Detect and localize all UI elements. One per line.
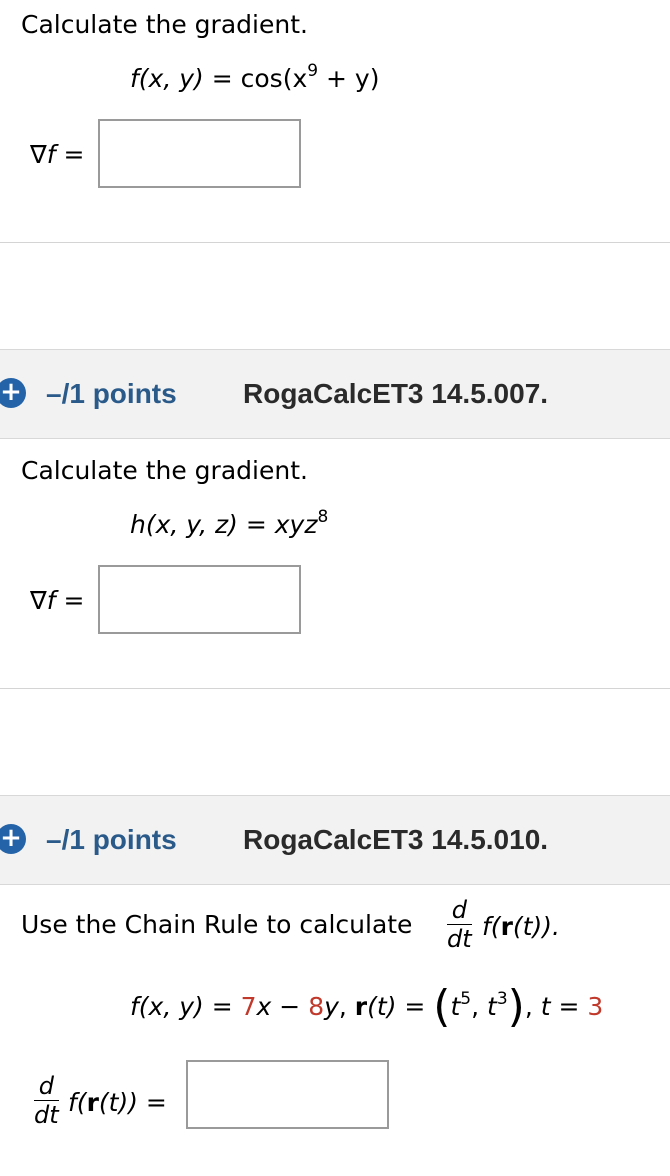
q2-header: + –/1 points RogaCalcET3 14.5.007. bbox=[0, 349, 670, 439]
q2-id: RogaCalcET3 14.5.007. bbox=[243, 378, 549, 409]
q1-answer-label: ∇f = bbox=[30, 140, 85, 169]
divider bbox=[0, 242, 670, 243]
q3-answer-input[interactable] bbox=[186, 1060, 389, 1129]
q2-answer-input[interactable] bbox=[98, 565, 301, 634]
q2-function: h(x, y, z) = xyz8 bbox=[130, 507, 329, 540]
q1-prompt: Calculate the gradient. bbox=[21, 10, 308, 39]
q3-derivative-operator: d dt bbox=[447, 896, 472, 953]
q3-answer-derivative: d dt bbox=[34, 1072, 59, 1129]
q2-prompt: Calculate the gradient. bbox=[21, 456, 308, 485]
q3-header: + –/1 points RogaCalcET3 14.5.010. bbox=[0, 795, 670, 885]
q3-points: –/1 points bbox=[46, 824, 177, 855]
q3-id: RogaCalcET3 14.5.010. bbox=[243, 824, 549, 855]
expand-plus-icon[interactable]: + bbox=[0, 378, 26, 408]
expand-plus-icon[interactable]: + bbox=[0, 824, 26, 854]
divider bbox=[0, 688, 670, 689]
q3-prompt-expr: f(r(t)). bbox=[482, 912, 560, 941]
q3-prompt: Use the Chain Rule to calculate bbox=[21, 910, 413, 939]
q3-answer-label: f(r(t)) = bbox=[68, 1088, 167, 1117]
q1-function: f(x, y) = cos(x9 + y) bbox=[130, 61, 380, 94]
q2-points: –/1 points bbox=[46, 378, 177, 409]
q2-answer-label: ∇f = bbox=[30, 586, 85, 615]
q3-definition: f(x, y) = 7x − 8y, r(t) = (t5, t3), t = … bbox=[130, 981, 604, 1032]
q1-answer-input[interactable] bbox=[98, 119, 301, 188]
